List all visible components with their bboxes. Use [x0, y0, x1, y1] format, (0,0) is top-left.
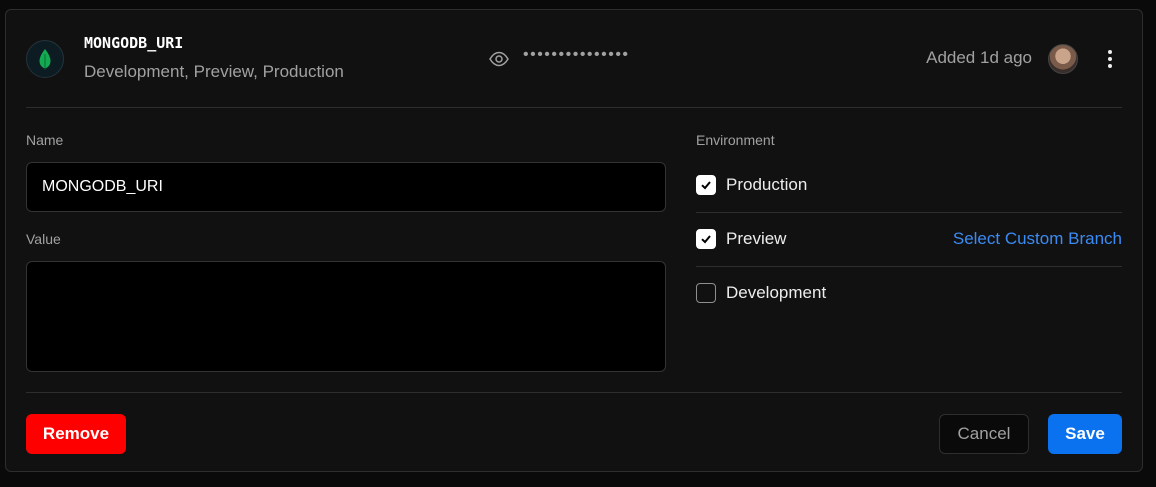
footer-divider	[26, 392, 1122, 393]
mongodb-leaf-icon	[26, 40, 64, 78]
eye-icon[interactable]	[488, 48, 510, 70]
save-button[interactable]: Save	[1048, 414, 1122, 454]
remove-button[interactable]: Remove	[26, 414, 126, 454]
cancel-button[interactable]: Cancel	[939, 414, 1029, 454]
preview-label: Preview	[726, 229, 787, 248]
more-vertical-icon[interactable]	[1100, 46, 1120, 72]
variable-environments: Development, Preview, Production	[84, 62, 344, 81]
environment-label: Environment	[696, 132, 775, 148]
value-label: Value	[26, 231, 61, 247]
name-label: Name	[26, 132, 64, 148]
check-icon	[701, 235, 711, 244]
avatar	[1048, 44, 1078, 74]
added-timestamp: Added 1d ago	[926, 48, 1032, 67]
name-input[interactable]	[26, 162, 666, 212]
masked-value: •••••••••••••••	[523, 46, 630, 63]
env-variable-card: MONGODB_URI Development, Preview, Produc…	[5, 9, 1143, 472]
environment-row-development: Development	[696, 266, 1122, 320]
environment-row-preview: Preview Select Custom Branch	[696, 212, 1122, 267]
production-checkbox[interactable]	[696, 175, 716, 195]
check-icon	[701, 181, 711, 190]
variable-name: MONGODB_URI	[84, 34, 184, 52]
value-textarea[interactable]	[26, 261, 666, 372]
production-label: Production	[726, 175, 808, 194]
preview-checkbox[interactable]	[696, 229, 716, 249]
development-checkbox[interactable]	[696, 283, 716, 303]
development-label: Development	[726, 283, 827, 302]
environment-row-production: Production	[696, 158, 1122, 213]
variable-header: MONGODB_URI Development, Preview, Produc…	[26, 10, 1122, 108]
select-custom-branch-link[interactable]: Select Custom Branch	[953, 229, 1122, 249]
